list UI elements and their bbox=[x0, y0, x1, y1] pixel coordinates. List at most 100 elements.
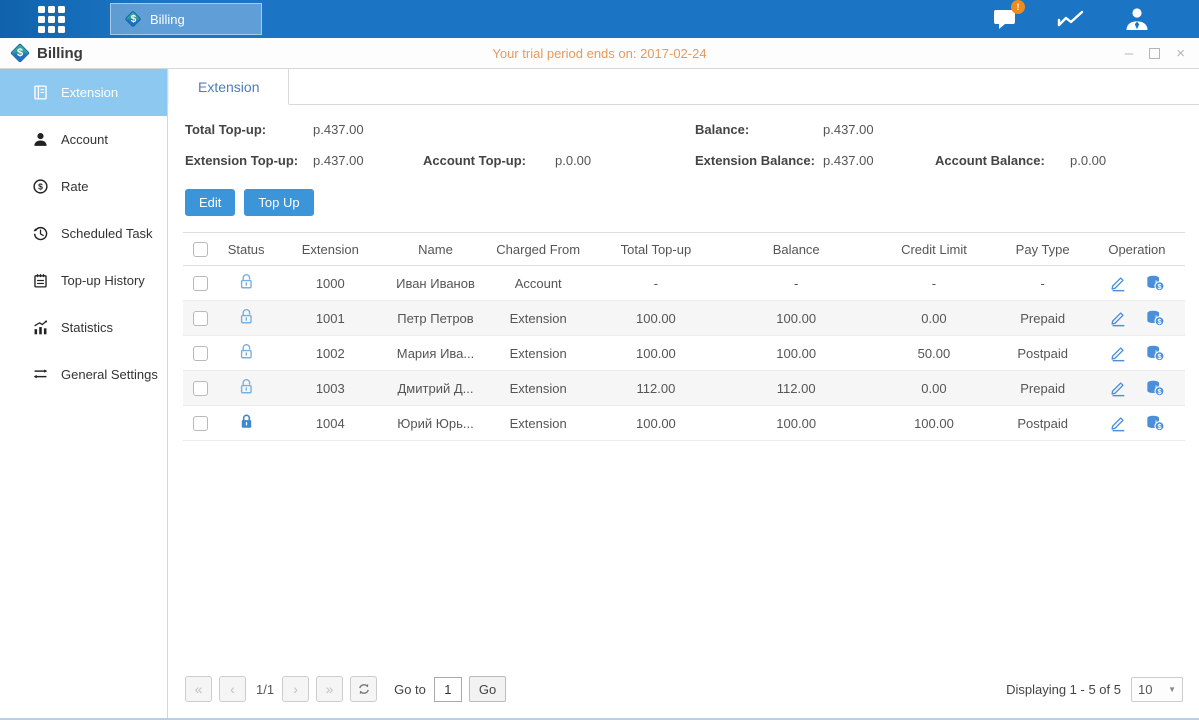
cell-balance: - bbox=[721, 266, 871, 301]
window-titlebar: $ Billing Your trial period ends on: 201… bbox=[0, 38, 1199, 69]
sidebar-item-account[interactable]: Account bbox=[0, 116, 167, 163]
status-unlocked-icon bbox=[238, 308, 255, 325]
cell-total-topup: 100.00 bbox=[591, 336, 721, 371]
window-title: $ Billing bbox=[10, 43, 83, 63]
cell-charged-from: Account bbox=[486, 266, 591, 301]
col-extension: Extension bbox=[275, 233, 385, 266]
edit-row-icon[interactable] bbox=[1109, 274, 1127, 292]
main-content: Extension Total Top-up: p.437.00 Balance… bbox=[168, 69, 1199, 718]
topup-row-icon[interactable]: $ bbox=[1145, 309, 1165, 327]
cell-extension: 1002 bbox=[275, 336, 385, 371]
sidebar-item-extension[interactable]: Extension bbox=[0, 69, 167, 116]
pagination-bar: « ‹ 1/1 › » Go to Go Displaying bbox=[168, 674, 1199, 718]
status-locked-icon bbox=[238, 413, 255, 430]
person-icon bbox=[31, 131, 49, 149]
extension-topup-label: Extension Top-up: bbox=[185, 153, 313, 168]
table-row: 1000 Иван Иванов Account - - - - $ bbox=[183, 266, 1185, 301]
cell-pay-type: Prepaid bbox=[997, 371, 1089, 406]
maximize-icon[interactable] bbox=[1149, 48, 1160, 59]
balance-label: Balance: bbox=[695, 122, 823, 137]
row-checkbox[interactable] bbox=[193, 381, 208, 396]
top-up-button[interactable]: Top Up bbox=[244, 189, 313, 216]
page-size-select[interactable]: 10 ▼ bbox=[1131, 677, 1183, 702]
edit-row-icon[interactable] bbox=[1109, 414, 1127, 432]
cell-pay-type: Postpaid bbox=[997, 406, 1089, 441]
minimize-icon[interactable]: – bbox=[1125, 46, 1133, 61]
sidebar-item-general-settings[interactable]: General Settings bbox=[0, 351, 167, 398]
edit-row-icon[interactable] bbox=[1109, 309, 1127, 327]
edit-button[interactable]: Edit bbox=[185, 189, 235, 216]
row-checkbox[interactable] bbox=[193, 416, 208, 431]
cell-name: Дмитрий Д... bbox=[385, 371, 485, 406]
reports-chart-icon[interactable] bbox=[1055, 5, 1087, 33]
row-checkbox[interactable] bbox=[193, 346, 208, 361]
bar-chart-icon bbox=[31, 319, 49, 337]
status-unlocked-icon bbox=[238, 273, 255, 290]
cell-credit-limit: 50.00 bbox=[871, 336, 996, 371]
cell-credit-limit: 100.00 bbox=[871, 406, 996, 441]
cell-name: Иван Иванов bbox=[385, 266, 485, 301]
coin-icon: $ bbox=[31, 178, 49, 196]
prev-page-button[interactable]: ‹ bbox=[219, 676, 246, 702]
chat-icon[interactable]: ! bbox=[989, 5, 1021, 33]
account-topup-value: p.0.00 bbox=[555, 153, 695, 168]
col-name: Name bbox=[385, 233, 485, 266]
table-header-row: Status Extension Name Charged From Total… bbox=[183, 233, 1185, 266]
status-unlocked-icon bbox=[238, 343, 255, 360]
account-balance-label: Account Balance: bbox=[935, 153, 1070, 168]
user-account-icon[interactable] bbox=[1121, 5, 1153, 33]
cell-pay-type: - bbox=[997, 266, 1089, 301]
app-grid-icon[interactable] bbox=[34, 2, 68, 36]
cell-extension: 1003 bbox=[275, 371, 385, 406]
row-checkbox[interactable] bbox=[193, 276, 208, 291]
edit-row-icon[interactable] bbox=[1109, 344, 1127, 362]
refresh-icon bbox=[357, 682, 371, 696]
topup-row-icon[interactable]: $ bbox=[1145, 344, 1165, 362]
billing-diamond-icon: $ bbox=[10, 43, 30, 63]
table-row: 1003 Дмитрий Д... Extension 112.00 112.0… bbox=[183, 371, 1185, 406]
svg-text:$: $ bbox=[1157, 422, 1161, 431]
extension-topup-value: p.437.00 bbox=[313, 153, 423, 168]
cell-name: Петр Петров bbox=[385, 301, 485, 336]
refresh-button[interactable] bbox=[350, 676, 377, 702]
notebook-icon bbox=[31, 272, 49, 290]
notification-badge: ! bbox=[1011, 0, 1025, 14]
edit-row-icon[interactable] bbox=[1109, 379, 1127, 397]
sidebar-item-label: Top-up History bbox=[61, 273, 145, 288]
select-all-checkbox[interactable] bbox=[193, 242, 208, 257]
extension-balance-label: Extension Balance: bbox=[695, 153, 823, 168]
table-row: 1002 Мария Ива... Extension 100.00 100.0… bbox=[183, 336, 1185, 371]
topup-row-icon[interactable]: $ bbox=[1145, 379, 1165, 397]
extension-balance-value: p.437.00 bbox=[823, 153, 935, 168]
taskbar-tab-billing[interactable]: $ Billing bbox=[110, 3, 262, 35]
displaying-text: Displaying 1 - 5 of 5 bbox=[1006, 682, 1121, 697]
topup-row-icon[interactable]: $ bbox=[1145, 274, 1165, 292]
window-title-text: Billing bbox=[37, 45, 83, 62]
tab-extension[interactable]: Extension bbox=[168, 69, 289, 105]
cell-extension: 1000 bbox=[275, 266, 385, 301]
cell-total-topup: 112.00 bbox=[591, 371, 721, 406]
sidebar-item-statistics[interactable]: Statistics bbox=[0, 304, 167, 351]
col-pay-type: Pay Type bbox=[997, 233, 1089, 266]
cell-charged-from: Extension bbox=[486, 336, 591, 371]
sidebar-item-topup-history[interactable]: Top-up History bbox=[0, 257, 167, 304]
cell-credit-limit: 0.00 bbox=[871, 371, 996, 406]
next-page-button[interactable]: › bbox=[282, 676, 309, 702]
col-status: Status bbox=[217, 233, 275, 266]
svg-text:$: $ bbox=[1157, 352, 1161, 361]
svg-text:$: $ bbox=[1157, 317, 1161, 326]
total-topup-label: Total Top-up: bbox=[185, 122, 313, 137]
sliders-icon bbox=[31, 366, 49, 384]
go-button[interactable]: Go bbox=[469, 676, 506, 702]
sidebar-item-rate[interactable]: $ Rate bbox=[0, 163, 167, 210]
close-icon[interactable]: × bbox=[1176, 46, 1185, 61]
sidebar-item-scheduled-task[interactable]: Scheduled Task bbox=[0, 210, 167, 257]
cell-total-topup: 100.00 bbox=[591, 301, 721, 336]
goto-page-input[interactable] bbox=[434, 677, 462, 702]
topup-row-icon[interactable]: $ bbox=[1145, 414, 1165, 432]
cell-name: Мария Ива... bbox=[385, 336, 485, 371]
last-page-button[interactable]: » bbox=[316, 676, 343, 702]
row-checkbox[interactable] bbox=[193, 311, 208, 326]
extension-table-wrap: Status Extension Name Charged From Total… bbox=[168, 216, 1199, 441]
first-page-button[interactable]: « bbox=[185, 676, 212, 702]
